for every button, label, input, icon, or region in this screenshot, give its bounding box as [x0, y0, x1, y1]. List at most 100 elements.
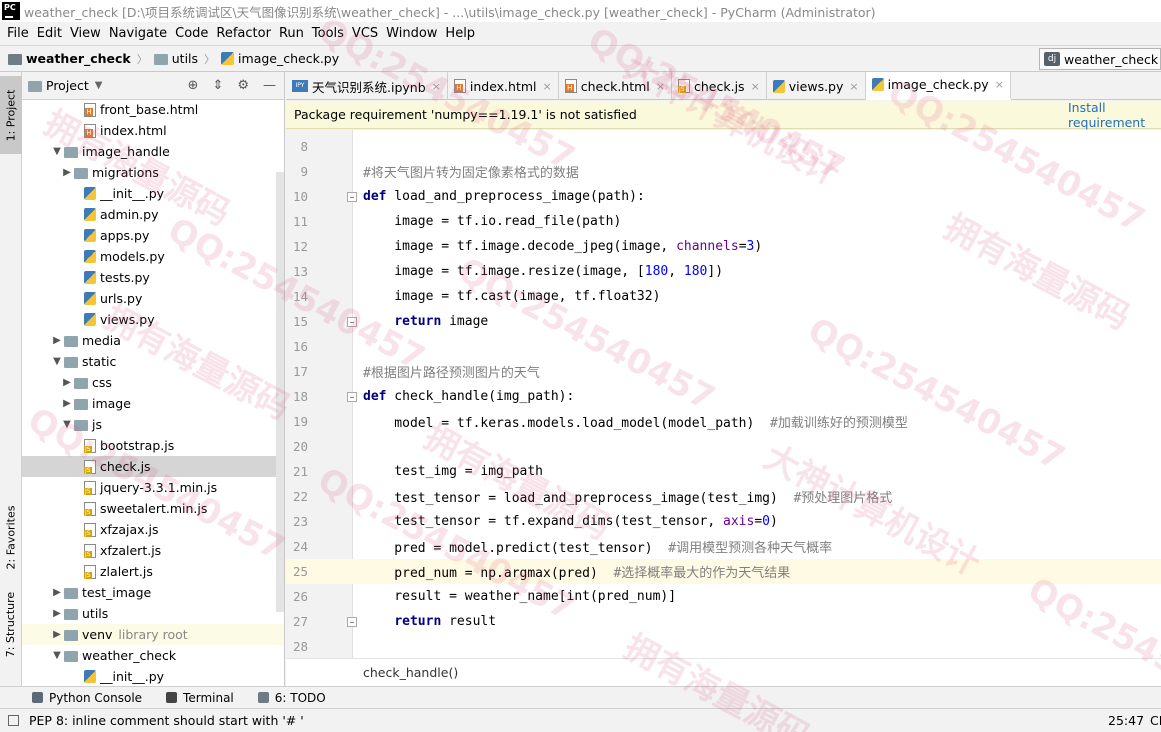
editor-tab[interactable]: index.html ×	[448, 72, 559, 100]
tree-item[interactable]: apps.py	[22, 225, 284, 246]
todo-button[interactable]: 6: TODO	[257, 691, 326, 705]
code-line[interactable]: 25 pred_num = np.argmax(pred) #选择概率最大的作为…	[286, 559, 1161, 584]
chevron-right-icon[interactable]: ▶	[50, 608, 64, 619]
fold-marker-icon[interactable]	[347, 191, 357, 202]
chevron-down-icon[interactable]: ▼	[50, 356, 64, 367]
line-separator[interactable]: CR	[1150, 713, 1161, 728]
chevron-right-icon[interactable]: ▶	[60, 377, 74, 388]
menu-refactor[interactable]: Refactor	[216, 26, 271, 41]
code-line[interactable]: 14 image = tf.cast(image, tf.float32)	[286, 284, 1161, 309]
tree-item[interactable]: models.py	[22, 246, 284, 267]
tree-item[interactable]: ▼ image_handle	[22, 141, 284, 162]
code-line[interactable]: 24 pred = model.predict(test_tensor) #调用…	[286, 534, 1161, 559]
tree-item[interactable]: ▼ weather_check	[22, 645, 284, 666]
chevron-down-icon[interactable]: ▼	[95, 80, 103, 91]
breadcrumb-file[interactable]: image_check.py	[221, 51, 339, 66]
tool-tab-structure[interactable]: 7: Structure	[0, 587, 22, 662]
tool-tab-favorites[interactable]: 2: Favorites	[0, 492, 22, 582]
terminal-button[interactable]: Terminal	[166, 691, 234, 705]
tree-item[interactable]: sweetalert.min.js	[22, 498, 284, 519]
code-line[interactable]: 22 test_tensor = load_and_preprocess_ima…	[286, 484, 1161, 509]
close-icon[interactable]: ×	[751, 80, 760, 93]
code-line[interactable]: 16	[286, 334, 1161, 359]
tree-item[interactable]: bootstrap.js	[22, 435, 284, 456]
code-line[interactable]: 18 def check_handle(img_path):	[286, 384, 1161, 409]
menu-code[interactable]: Code	[175, 26, 208, 41]
code-line[interactable]: 27 return result	[286, 609, 1161, 634]
python-console-button[interactable]: Python Console	[32, 691, 142, 705]
code-line[interactable]: 21 test_img = img_path	[286, 459, 1161, 484]
collapse-all-icon[interactable]: ⇕	[212, 78, 223, 93]
fold-marker-icon[interactable]	[347, 391, 357, 402]
editor-breadcrumb-label[interactable]: check_handle()	[363, 665, 458, 680]
tree-item[interactable]: jquery-3.3.1.min.js	[22, 477, 284, 498]
code-line[interactable]: 23 test_tensor = tf.expand_dims(test_ten…	[286, 509, 1161, 534]
tree-item[interactable]: ▼ js	[22, 414, 284, 435]
tree-item[interactable]: xfzajax.js	[22, 519, 284, 540]
menu-edit[interactable]: Edit	[37, 26, 62, 41]
chevron-right-icon[interactable]: ▶	[50, 587, 64, 598]
project-scrollbar[interactable]	[276, 172, 284, 612]
tree-item[interactable]: __init__.py	[22, 666, 284, 687]
gear-icon[interactable]: ⚙	[237, 78, 249, 93]
caret-position[interactable]: 25:47	[1108, 713, 1144, 728]
editor-tab[interactable]: check.js ×	[672, 72, 767, 100]
tree-item[interactable]: urls.py	[22, 288, 284, 309]
close-icon[interactable]: ×	[543, 80, 552, 93]
tree-item[interactable]: ▶ utils	[22, 603, 284, 624]
code-line[interactable]: 19 model = tf.keras.models.load_model(mo…	[286, 409, 1161, 434]
chevron-right-icon[interactable]: ▶	[60, 167, 74, 178]
code-line[interactable]: 15 return image	[286, 309, 1161, 334]
chevron-right-icon[interactable]: ▶	[60, 398, 74, 409]
tree-item[interactable]: ▶ migrations	[22, 162, 284, 183]
code-line[interactable]: 9 #将天气图片转为固定像素格式的数据	[286, 159, 1161, 184]
fold-marker-icon[interactable]	[347, 616, 357, 627]
fold-marker-icon[interactable]	[347, 316, 357, 327]
code-line[interactable]: 10 def load_and_preprocess_image(path):	[286, 184, 1161, 209]
tree-item[interactable]: __init__.py	[22, 183, 284, 204]
chevron-right-icon[interactable]: ▶	[50, 629, 64, 640]
close-icon[interactable]: ×	[432, 80, 441, 93]
project-panel-title[interactable]: Project	[46, 78, 89, 93]
menu-run[interactable]: Run	[279, 26, 304, 41]
hide-panel-icon[interactable]: —	[263, 78, 276, 93]
editor-tab[interactable]: IPY 天气识别系统.ipynb ×	[286, 72, 448, 100]
chevron-down-icon[interactable]: ▼	[50, 650, 64, 661]
code-line[interactable]: 11 image = tf.io.read_file(path)	[286, 209, 1161, 234]
tree-item[interactable]: zlalert.js	[22, 561, 284, 582]
menu-vcs[interactable]: VCS	[352, 26, 378, 41]
breadcrumb-utils[interactable]: utils	[153, 51, 198, 66]
tree-item[interactable]: ▶ css	[22, 372, 284, 393]
code-line[interactable]: 28	[286, 634, 1161, 658]
tree-item[interactable]: ▶ venv library root	[22, 624, 284, 645]
close-icon[interactable]: ×	[656, 80, 665, 93]
menu-tools[interactable]: Tools	[312, 26, 344, 41]
menu-file[interactable]: File	[7, 26, 29, 41]
editor-tab[interactable]: image_check.py ×	[865, 72, 1011, 100]
editor-tab[interactable]: check.html ×	[559, 72, 672, 100]
chevron-down-icon[interactable]: ▼	[50, 146, 64, 157]
tree-item[interactable]: tests.py	[22, 267, 284, 288]
tree-item[interactable]: front_base.html	[22, 99, 284, 120]
code-line[interactable]: 20	[286, 434, 1161, 459]
tree-item[interactable]: ▶ image	[22, 393, 284, 414]
code-line[interactable]: 8	[286, 134, 1161, 159]
menu-navigate[interactable]: Navigate	[109, 26, 167, 41]
close-icon[interactable]: ×	[849, 80, 858, 93]
tree-item[interactable]: check.js	[22, 456, 284, 477]
code-line[interactable]: 26 result = weather_name[int(pred_num)]	[286, 584, 1161, 609]
menu-window[interactable]: Window	[386, 26, 437, 41]
breadcrumb-project[interactable]: weather_check	[8, 51, 131, 66]
tree-item[interactable]: ▶ media	[22, 330, 284, 351]
chevron-down-icon[interactable]: ▼	[60, 419, 74, 430]
close-icon[interactable]: ×	[995, 78, 1004, 91]
chevron-right-icon[interactable]: ▶	[50, 335, 64, 346]
tree-item[interactable]: ▶ test_image	[22, 582, 284, 603]
code-line[interactable]: 17 #根据图片路径预测图片的天气	[286, 359, 1161, 384]
tree-item[interactable]: ▼ static	[22, 351, 284, 372]
tree-item[interactable]: xfzalert.js	[22, 540, 284, 561]
run-configuration-select[interactable]: dj weather_check	[1039, 48, 1161, 70]
tree-item[interactable]: index.html	[22, 120, 284, 141]
tool-tab-project[interactable]: 1: Project	[0, 76, 22, 154]
menu-help[interactable]: Help	[445, 26, 475, 41]
